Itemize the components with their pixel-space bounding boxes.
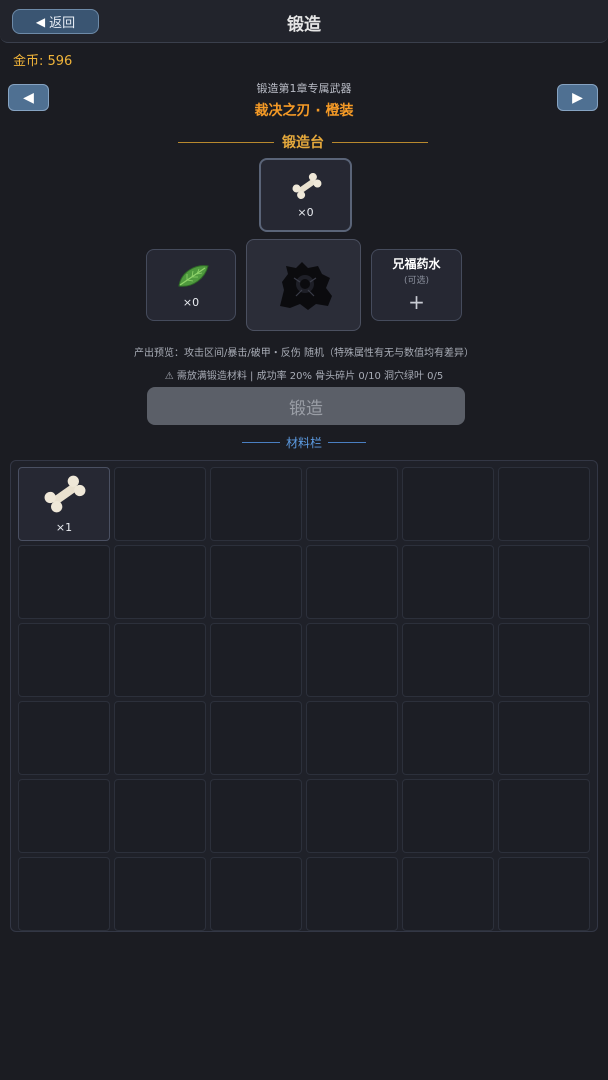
material-slot[interactable] [402, 623, 494, 697]
material-slot[interactable] [18, 623, 110, 697]
page-title: 锻造 [287, 15, 321, 35]
left-slot-count: ×0 [182, 296, 200, 309]
material-slot[interactable] [210, 857, 302, 931]
material-slot[interactable] [306, 701, 398, 775]
plus-icon: + [408, 290, 425, 314]
leaf-icon [178, 265, 209, 287]
material-slot[interactable] [402, 701, 494, 775]
material-slot[interactable] [402, 467, 494, 541]
material-slot[interactable] [114, 623, 206, 697]
material-slot[interactable] [498, 545, 590, 619]
material-slot[interactable] [306, 545, 398, 619]
material-slot[interactable] [18, 701, 110, 775]
material-slot[interactable] [306, 857, 398, 931]
forge-table-header: 锻造台 [178, 132, 428, 152]
bone-icon [44, 475, 86, 513]
material-slot[interactable] [18, 857, 110, 931]
bone-icon [292, 172, 322, 200]
material-slot[interactable] [498, 857, 590, 931]
forge-button[interactable]: 锻造 [147, 387, 465, 425]
requirement-text: ⚠ 需放满锻造材料 | 成功率 20% 骨头碎片 0/10 洞穴绿叶 0/5 [164, 371, 444, 382]
potion-optional-label: (可选) [403, 276, 430, 286]
material-slot[interactable] [114, 467, 206, 541]
divider [328, 441, 367, 443]
output-preview-text: 产出预览：攻击区间/暴击/破甲・反伤 随机（特殊属性有无与数值均有差异） [134, 348, 474, 359]
material-slot[interactable] [18, 779, 110, 853]
material-slot[interactable] [402, 545, 494, 619]
top-bar: ◀ 返回 锻造 [0, 0, 608, 43]
divider [332, 141, 428, 143]
material-slot[interactable] [114, 779, 206, 853]
material-slot[interactable] [498, 779, 590, 853]
material-slot[interactable] [402, 857, 494, 931]
material-slot[interactable] [498, 701, 590, 775]
material-slot[interactable] [114, 701, 206, 775]
material-slot[interactable] [306, 467, 398, 541]
forge-result-slot [246, 239, 361, 331]
materials-header: 材料栏 [242, 433, 367, 451]
material-count: ×1 [55, 521, 73, 534]
materials-title: 材料栏 [286, 435, 323, 450]
materials-grid: ×1 [10, 460, 598, 932]
material-slot[interactable] [210, 701, 302, 775]
forge-slot-left[interactable]: ×0 [146, 249, 236, 321]
top-slot-count: ×0 [297, 206, 314, 219]
weapon-name: 裁决之刃 · 橙装 [254, 103, 354, 119]
material-slot[interactable] [114, 857, 206, 931]
material-slot[interactable] [210, 545, 302, 619]
material-slot[interactable] [114, 545, 206, 619]
material-slot[interactable] [498, 623, 590, 697]
material-slot[interactable] [210, 779, 302, 853]
material-slot[interactable] [210, 623, 302, 697]
weapon-silhouette-icon [280, 262, 332, 310]
forge-slot-top[interactable]: ×0 [259, 158, 352, 232]
material-slot[interactable] [402, 779, 494, 853]
material-slot[interactable] [306, 623, 398, 697]
gold-counter: 金币: 596 [13, 54, 73, 69]
material-slot[interactable] [306, 779, 398, 853]
potion-slot[interactable]: 兄福药水 (可选) + [371, 249, 462, 321]
weapon-subtitle: 锻造第1章专属武器 [256, 82, 352, 95]
potion-title: 兄福药水 [392, 257, 441, 271]
material-slot[interactable] [18, 545, 110, 619]
material-slot[interactable] [210, 467, 302, 541]
material-slot[interactable] [498, 467, 590, 541]
material-slot[interactable]: ×1 [18, 467, 110, 541]
forge-table-title: 锻造台 [282, 135, 324, 151]
divider [242, 441, 280, 443]
divider [178, 141, 274, 143]
